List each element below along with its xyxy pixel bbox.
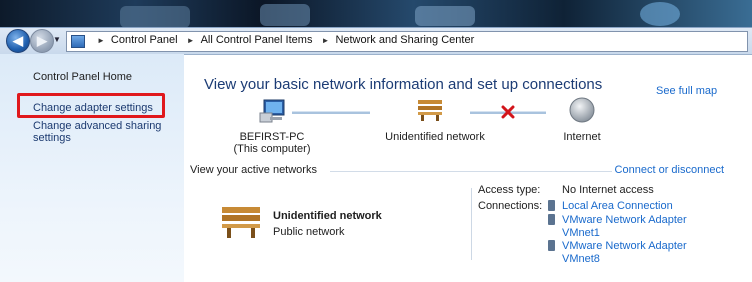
connect-or-disconnect-link[interactable]: Connect or disconnect	[615, 164, 724, 176]
control-panel-home-link[interactable]: Control Panel Home	[33, 71, 132, 83]
change-advanced-sharing-link[interactable]: Change advanced sharing settings	[33, 120, 161, 144]
connection-link-line2[interactable]: VMnet1	[562, 227, 600, 239]
address-bar[interactable]: ► Control Panel ► All Control Panel Items …	[66, 31, 748, 52]
highlight-box	[17, 93, 165, 118]
link-line: settings	[33, 132, 71, 144]
computer-label[interactable]: BEFIRST-PC (This computer)	[232, 131, 312, 155]
chevron-right-icon[interactable]: ►	[97, 36, 105, 45]
connections-label: Connections:	[478, 200, 543, 212]
globe-icon	[569, 97, 595, 123]
background-blur-shape	[415, 6, 475, 26]
connection-link[interactable]: VMware Network Adapter	[562, 214, 687, 226]
bench-icon	[222, 207, 260, 238]
disconnected-x-icon	[501, 105, 515, 119]
connection-line	[292, 111, 370, 114]
background-blur-shape	[640, 2, 680, 26]
plug-icon	[548, 200, 555, 211]
plug-icon	[548, 240, 555, 251]
network-type-link[interactable]: Public network	[273, 226, 345, 238]
breadcrumb: ► Control Panel ► All Control Panel Items …	[91, 34, 474, 46]
network-label[interactable]: Unidentified network	[380, 131, 490, 143]
internet-label[interactable]: Internet	[552, 131, 612, 143]
access-type-label: Access type:	[478, 184, 541, 196]
network-name: Unidentified network	[273, 210, 382, 222]
see-full-map-link[interactable]: See full map	[656, 85, 717, 97]
breadcrumb-item[interactable]: Control Panel	[111, 34, 178, 46]
control-panel-icon	[71, 35, 85, 48]
recent-pages-dropdown[interactable]: ▼	[53, 35, 61, 44]
page-title: View your basic network information and …	[204, 76, 603, 93]
computer-icon	[259, 99, 285, 123]
plug-icon	[548, 214, 555, 225]
background-blur-shape	[120, 6, 190, 28]
link-line: Change advanced sharing	[33, 120, 162, 132]
chevron-right-icon[interactable]: ►	[322, 36, 330, 45]
computer-sub: (This computer)	[233, 143, 311, 155]
background-blur-shape	[260, 4, 310, 26]
bench-icon	[418, 100, 442, 121]
divider	[471, 188, 472, 260]
connection-link-line2[interactable]: VMnet8	[562, 253, 600, 265]
forward-button[interactable]: ▶	[30, 29, 54, 53]
section-title: View your active networks	[190, 164, 317, 176]
sidebar: Control Panel Home Change adapter settin…	[0, 54, 184, 282]
computer-name: BEFIRST-PC	[239, 131, 305, 143]
chevron-right-icon[interactable]: ►	[187, 36, 195, 45]
breadcrumb-item[interactable]: All Control Panel Items	[201, 34, 313, 46]
connection-link[interactable]: VMware Network Adapter	[562, 240, 687, 252]
connection-link[interactable]: Local Area Connection	[562, 200, 673, 212]
active-networks-header: View your active networks Connect or dis…	[190, 164, 724, 176]
access-type-value: No Internet access	[562, 184, 654, 196]
breadcrumb-item[interactable]: Network and Sharing Center	[335, 34, 474, 46]
back-button[interactable]: ◀	[6, 29, 30, 53]
main-content: View your basic network information and …	[184, 54, 752, 282]
address-bar-row: ◀ ▶ ▼ ► Control Panel ► All Control Panel …	[0, 27, 752, 55]
divider	[330, 171, 612, 172]
